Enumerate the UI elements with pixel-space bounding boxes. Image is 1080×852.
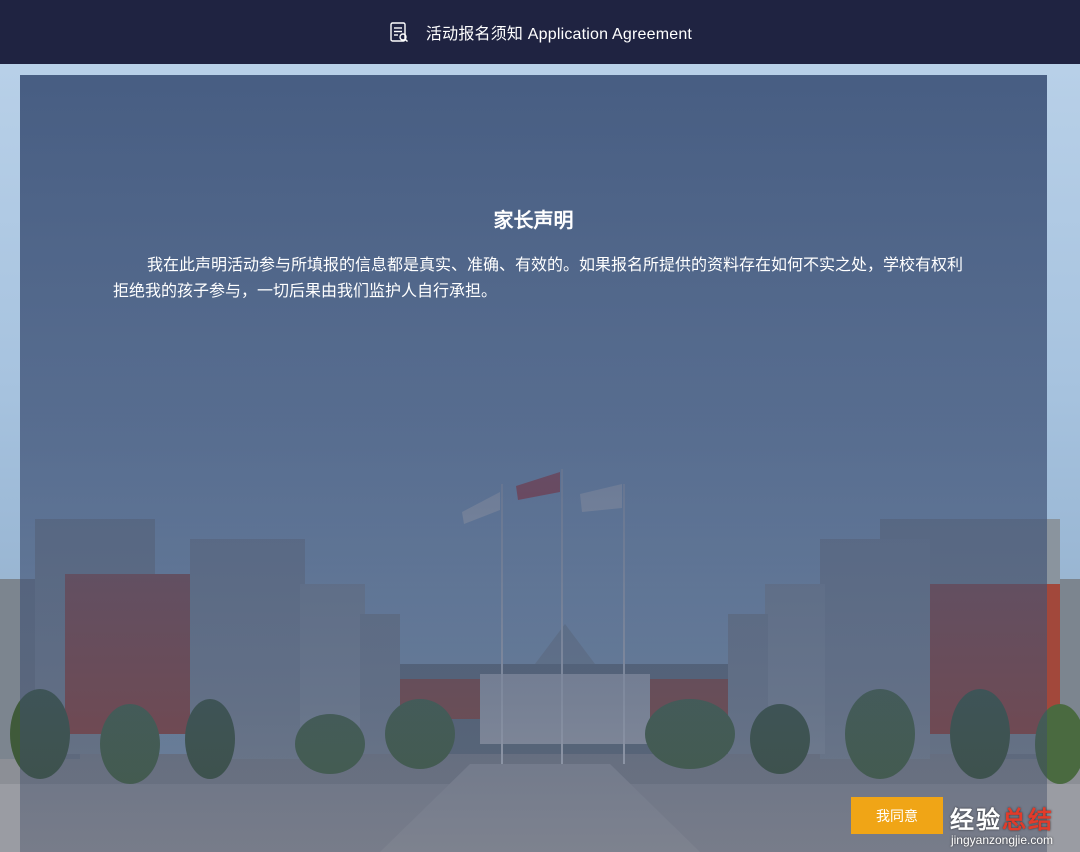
page-title: 活动报名须知 Application Agreement: [425, 26, 693, 43]
header-bar: 活动报名须知 Application Agreement: [0, 0, 1080, 64]
watermark-main-left: 经验: [950, 806, 1002, 834]
agreement-panel: [20, 75, 1047, 852]
statement-title: 家长声明: [493, 208, 574, 232]
watermark-main: 经验总结: [928, 800, 1076, 835]
statement-body: 我在此声明活动参与所填报的信息都是真实、准确、有效的。如果报名所提供的资料存在如…: [113, 255, 964, 300]
watermark-url: jingyanzongjie.com: [950, 833, 1054, 847]
watermark: 经验总结 jingyanzongjie.com: [928, 800, 1076, 850]
document-icon: [388, 21, 410, 43]
watermark-main-right: 总结: [1002, 806, 1054, 834]
